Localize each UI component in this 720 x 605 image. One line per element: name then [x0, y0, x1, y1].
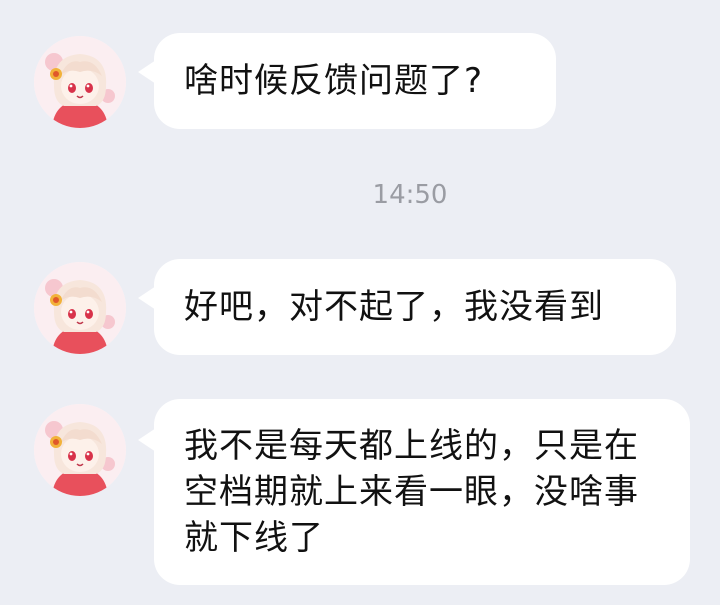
anime-girl-avatar-icon[interactable]: [34, 36, 126, 128]
message-text: 好吧，对不起了，我没看到: [184, 287, 604, 327]
message-text: 啥时候反馈问题了?: [184, 61, 484, 101]
message-text: 我不是每天都上线的，只是在空档期就上来看一眼，没啥事就下线了: [184, 426, 639, 558]
message-bubble[interactable]: 好吧，对不起了，我没看到: [154, 259, 676, 355]
anime-girl-avatar-icon[interactable]: [34, 404, 126, 496]
timestamp: 14:50: [372, 180, 448, 210]
message-bubble[interactable]: 啥时候反馈问题了?: [154, 33, 556, 129]
anime-girl-avatar-icon[interactable]: [34, 262, 126, 354]
chat-view: 啥时候反馈问题了? 14:50 好吧，对不起了，我没看到 我不是每天都上线的，只…: [0, 0, 720, 605]
message-bubble[interactable]: 我不是每天都上线的，只是在空档期就上来看一眼，没啥事就下线了: [154, 399, 690, 585]
